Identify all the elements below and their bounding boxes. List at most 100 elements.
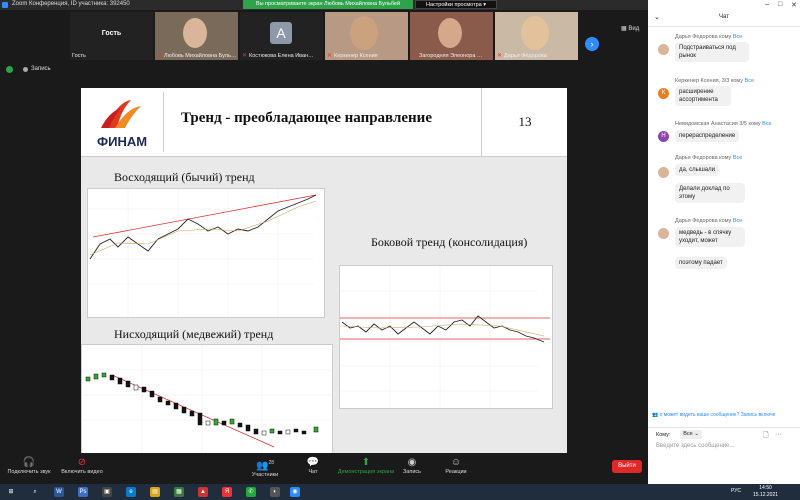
message-bubble: перераспределение (675, 130, 740, 142)
slide-body: Восходящий (бычий) тренд · Боковой тренд… (81, 157, 567, 453)
photoshop-icon[interactable]: Ps (78, 487, 88, 497)
reactions-button[interactable]: ☺ Реакции (444, 457, 468, 475)
participant-tile-guest[interactable]: Гость Гость (70, 12, 153, 60)
participant-video (183, 18, 207, 48)
message-sender: Дарья Федорова кому Все (675, 155, 743, 161)
mic-muted-icon: ✕ (157, 53, 163, 59)
leave-meeting-button[interactable]: Выйти (612, 460, 642, 473)
participant-name: ✕ Керкенер Ксения (327, 53, 378, 59)
message-sender: Дарья Федорова кому Все (675, 34, 743, 40)
participants-icon: 👥28 (255, 460, 274, 472)
file-explorer-icon[interactable]: ▤ (150, 487, 160, 497)
message-sender: Керкенер Ксения, 3/3 кому Все (675, 78, 755, 84)
finam-logo-mark (101, 100, 141, 128)
record-label: Запись (402, 469, 422, 475)
message-bubble: поэтому падает (675, 257, 727, 269)
view-options-label: Настройки просмотра (426, 2, 482, 8)
minimize-icon[interactable]: – (765, 1, 769, 8)
uptrend-title: Восходящий (бычий) тренд (114, 170, 255, 184)
next-page-icon[interactable]: › (585, 37, 599, 51)
zoom-icon[interactable]: ◉ (290, 487, 300, 497)
whatsapp-icon[interactable]: ✆ (246, 487, 256, 497)
view-label: Вид (628, 26, 640, 32)
file-icon[interactable]: 🗋 (763, 431, 769, 442)
view-options-button[interactable]: Настройки просмотра ▾ (415, 0, 497, 9)
participant-tile[interactable]: ✕ Дарья Фёдорова (495, 12, 578, 60)
join-audio-button[interactable]: 🎧 Подключить звук (4, 457, 54, 475)
windows-taskbar: ⊞ ⌕ W Ps ▣ e ▤ ▦ ▲ Я ✆ ◐ ◉ РУС 14:50 15.1… (0, 484, 800, 500)
clock[interactable]: 14:50 15.12.2021 (753, 485, 778, 499)
chat-message-input[interactable]: Введите здесь сообщение... (656, 443, 735, 449)
participant-tile[interactable]: ✕ Загородняя Элеонора … (410, 12, 493, 60)
downtrend-title: Нисходящий (медвежий) тренд (114, 327, 274, 341)
message-sender: Невидомская Анастасия 3/5 кому Все (675, 121, 772, 127)
edge-icon[interactable]: e (126, 487, 136, 497)
app-icon[interactable]: ◐ (270, 487, 280, 497)
participants-count: 28 (268, 460, 274, 466)
input-language[interactable]: РУС (731, 488, 741, 494)
participants-button[interactable]: 👥28 Участники (248, 457, 282, 478)
maximize-icon[interactable]: □ (778, 1, 782, 8)
uptrend-chart-svg: · (88, 189, 318, 317)
security-shield-icon[interactable] (6, 66, 13, 73)
participant-tile[interactable]: A ✕ Костюкова Елена Иван… (240, 12, 323, 60)
share-screen-button[interactable]: ⬆ Демонстрация экрана (335, 457, 397, 475)
app-icon[interactable]: ▣ (102, 487, 112, 497)
shared-screen-slide: ФИНАМ Тренд - преобладающее направление … (81, 88, 567, 453)
mic-muted-icon: ✕ (497, 53, 503, 59)
recipient-select[interactable]: Все ⌄ (680, 430, 702, 439)
chat-header: ⌄ Чат (648, 10, 800, 27)
chat-icon: 💬 (306, 457, 320, 468)
mic-muted-icon: ✕ (327, 53, 333, 59)
start-video-label: Включить видео (61, 469, 103, 475)
finam-logo-text: ФИНАМ (97, 134, 148, 149)
chat-button[interactable]: 💬 Чат (305, 457, 321, 475)
recipient-label: Кому: (656, 432, 671, 438)
avatar (658, 167, 669, 178)
chat-privacy-notice[interactable]: 👥 о может видеть ваше сообщение? Запись … (652, 412, 775, 418)
windows-start-icon[interactable]: ⊞ (6, 487, 16, 497)
search-icon[interactable]: ⌕ (30, 487, 40, 497)
people-icon: 👥 (652, 412, 659, 418)
chat-recipient-row: Кому: Все ⌄ 🗋 ··· (648, 427, 800, 442)
share-screen-icon: ⬆ (361, 457, 371, 468)
downtrend-chart-svg (82, 345, 332, 453)
mic-muted-icon: ✕ (242, 53, 248, 59)
participant-tile[interactable]: ✕ Керкенер Ксения (325, 12, 408, 60)
video-off-icon: ⊘ (77, 457, 87, 468)
message-bubble: Делали доклад по этому (675, 183, 745, 203)
app-icon[interactable]: ▦ (174, 487, 184, 497)
view-button[interactable]: ▦ Вид (621, 25, 639, 32)
headphones-icon: 🎧 (22, 457, 36, 468)
chat-title: Чат (719, 14, 729, 20)
word-icon[interactable]: W (54, 487, 64, 497)
uptrend-chart: · (87, 188, 325, 318)
slide-title: Тренд - преобладающее направление (181, 110, 432, 126)
sideways-chart (339, 265, 553, 409)
avatar: К (658, 88, 669, 99)
close-icon[interactable]: ✕ (791, 1, 797, 9)
participant-video (350, 16, 378, 50)
participant-name: ✕ Загородняя Элеонора … (412, 53, 483, 59)
yandex-icon[interactable]: Я (222, 487, 232, 497)
message-bubble: Подстраиваться под рынок (675, 42, 749, 62)
finam-logo: ФИНАМ (87, 92, 164, 152)
participant-name: ✕ Костюкова Елена Иван… (242, 53, 314, 59)
participant-tile[interactable]: ✕ Любовь Михайловна Буль… (155, 12, 238, 60)
pdf-icon[interactable]: ▲ (198, 487, 208, 497)
message-sender: Дарья Федорова кому Все (675, 218, 743, 224)
avatar (658, 228, 669, 239)
chat-panel: – □ ✕ ⌄ Чат Дарья Федорова кому Все Подс… (648, 0, 800, 484)
more-icon[interactable]: ··· (775, 431, 782, 438)
recording-label: Запись (31, 66, 51, 72)
meeting-toolbar: 🎧 Подключить звук ⊘ Включить видео 👥28 У… (0, 453, 648, 484)
record-button[interactable]: ◉ Запись (400, 457, 424, 475)
mic-muted-icon: ✕ (412, 53, 418, 59)
participant-name: Гость (72, 53, 86, 59)
chat-label: Чат (308, 469, 318, 475)
participant-gallery: Гость Гость ✕ Любовь Михайловна Буль… A ✕… (0, 10, 648, 62)
start-video-button[interactable]: ⊘ Включить видео (58, 457, 106, 475)
recording-dot-icon (23, 67, 28, 72)
avatar (658, 44, 669, 55)
participants-label: Участники (251, 472, 279, 479)
